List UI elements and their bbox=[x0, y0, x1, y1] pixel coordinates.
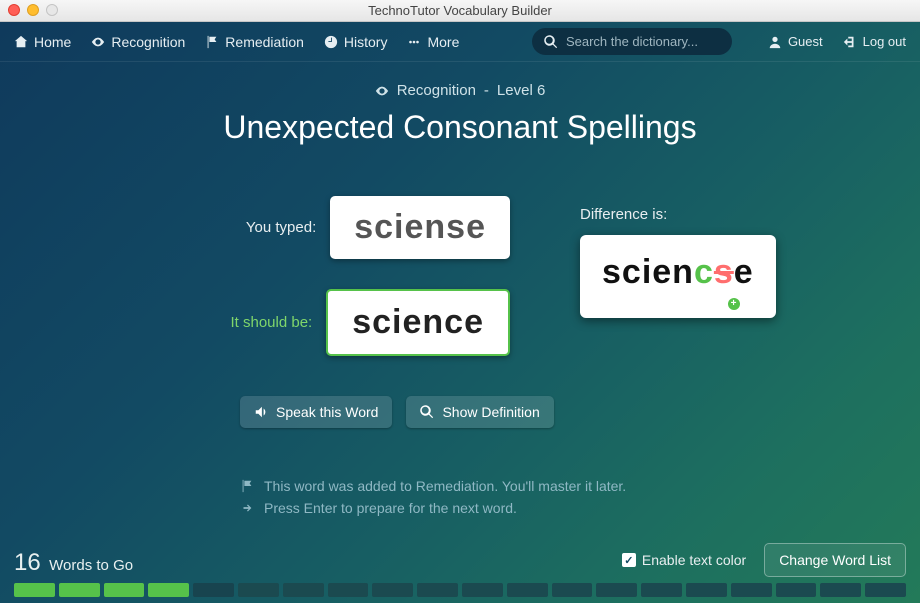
show-definition-label: Show Definition bbox=[442, 404, 539, 420]
progress-segment bbox=[641, 583, 682, 597]
logout-icon bbox=[843, 35, 857, 49]
plus-icon: + bbox=[728, 298, 740, 310]
breadcrumb: Recognition - Level 6 bbox=[0, 82, 920, 99]
progress-segment bbox=[417, 583, 458, 597]
flag-icon bbox=[240, 479, 254, 493]
nav-home[interactable]: Home bbox=[14, 34, 71, 50]
progress-segment bbox=[731, 583, 772, 597]
window-controls[interactable] bbox=[8, 4, 58, 16]
nav-more-label: More bbox=[427, 34, 459, 50]
change-word-list-label: Change Word List bbox=[779, 552, 891, 568]
search-icon bbox=[544, 35, 558, 49]
nav-history-label: History bbox=[344, 34, 388, 50]
speak-word-label: Speak this Word bbox=[276, 404, 378, 420]
words-count: 16 bbox=[14, 549, 41, 576]
typed-word-box: sciense bbox=[330, 196, 510, 259]
window-title: TechnoTutor Vocabulary Builder bbox=[0, 3, 920, 18]
difference-box: sciencse + bbox=[580, 235, 776, 318]
search-icon bbox=[420, 405, 434, 419]
close-window-icon[interactable] bbox=[8, 4, 20, 16]
change-word-list-button[interactable]: Change Word List bbox=[764, 543, 906, 577]
speaker-icon bbox=[254, 405, 268, 419]
correct-word-box: science bbox=[326, 289, 510, 356]
progress-segment bbox=[776, 583, 817, 597]
eye-icon bbox=[91, 35, 105, 49]
progress-segment bbox=[596, 583, 637, 597]
user-icon bbox=[768, 35, 782, 49]
arrow-right-icon bbox=[240, 501, 254, 515]
breadcrumb-level: Level 6 bbox=[497, 82, 545, 99]
progress-segment bbox=[462, 583, 503, 597]
more-icon bbox=[407, 35, 421, 49]
show-definition-button[interactable]: Show Definition bbox=[406, 396, 553, 428]
progress-segment bbox=[283, 583, 324, 597]
progress-segment bbox=[148, 583, 189, 597]
nav-history[interactable]: History bbox=[324, 34, 388, 50]
diff-removed-char: s bbox=[714, 253, 734, 291]
mac-titlebar: TechnoTutor Vocabulary Builder bbox=[0, 0, 920, 22]
next-word-message-text: Press Enter to prepare for the next word… bbox=[264, 500, 517, 516]
remediation-message: This word was added to Remediation. You'… bbox=[240, 478, 920, 494]
search-box[interactable] bbox=[532, 28, 732, 55]
diff-prefix: scien bbox=[602, 253, 694, 291]
progress-segment bbox=[238, 583, 279, 597]
clock-icon bbox=[324, 35, 338, 49]
progress-segment bbox=[552, 583, 593, 597]
progress-segment bbox=[507, 583, 548, 597]
speak-word-button[interactable]: Speak this Word bbox=[240, 396, 392, 428]
progress-segment bbox=[328, 583, 369, 597]
progress-segment bbox=[104, 583, 145, 597]
nav-recognition[interactable]: Recognition bbox=[91, 34, 185, 50]
top-nav: Home Recognition Remediation History Mor… bbox=[0, 22, 920, 62]
you-typed-label: You typed: bbox=[196, 219, 316, 236]
diff-added-char: c bbox=[694, 253, 714, 291]
checkbox-checked-icon: ✓ bbox=[622, 553, 636, 567]
difference-label: Difference is: bbox=[580, 206, 840, 223]
words-count-label: Words to Go bbox=[49, 557, 133, 574]
nav-guest-label: Guest bbox=[788, 34, 823, 49]
enable-text-color-label: Enable text color bbox=[642, 552, 746, 568]
nav-remediation[interactable]: Remediation bbox=[205, 34, 304, 50]
progress-segment bbox=[686, 583, 727, 597]
remediation-message-text: This word was added to Remediation. You'… bbox=[264, 478, 626, 494]
page-title: Unexpected Consonant Spellings bbox=[0, 109, 920, 146]
home-icon bbox=[14, 35, 28, 49]
progress-segment bbox=[372, 583, 413, 597]
nav-remediation-label: Remediation bbox=[225, 34, 304, 50]
nav-more[interactable]: More bbox=[407, 34, 459, 50]
progress-bar bbox=[14, 583, 906, 597]
eye-icon bbox=[375, 84, 389, 98]
breadcrumb-mode: Recognition bbox=[397, 82, 476, 99]
next-word-message: Press Enter to prepare for the next word… bbox=[240, 500, 920, 516]
minimize-window-icon[interactable] bbox=[27, 4, 39, 16]
nav-logout[interactable]: Log out bbox=[843, 34, 906, 49]
nav-logout-label: Log out bbox=[863, 34, 906, 49]
progress-segment bbox=[59, 583, 100, 597]
nav-home-label: Home bbox=[34, 34, 71, 50]
progress-segment bbox=[193, 583, 234, 597]
search-input[interactable] bbox=[566, 34, 720, 49]
words-to-go: 16 Words to Go bbox=[14, 549, 133, 577]
progress-segment bbox=[865, 583, 906, 597]
progress-segment bbox=[14, 583, 55, 597]
diff-suffix: e bbox=[734, 253, 754, 291]
nav-recognition-label: Recognition bbox=[111, 34, 185, 50]
flag-icon bbox=[205, 35, 219, 49]
progress-segment bbox=[820, 583, 861, 597]
should-be-label: It should be: bbox=[192, 314, 312, 331]
enable-text-color-toggle[interactable]: ✓ Enable text color bbox=[622, 552, 746, 568]
zoom-window-icon[interactable] bbox=[46, 4, 58, 16]
footer: 16 Words to Go ✓ Enable text color Chang… bbox=[0, 543, 920, 603]
nav-guest[interactable]: Guest bbox=[768, 34, 823, 49]
